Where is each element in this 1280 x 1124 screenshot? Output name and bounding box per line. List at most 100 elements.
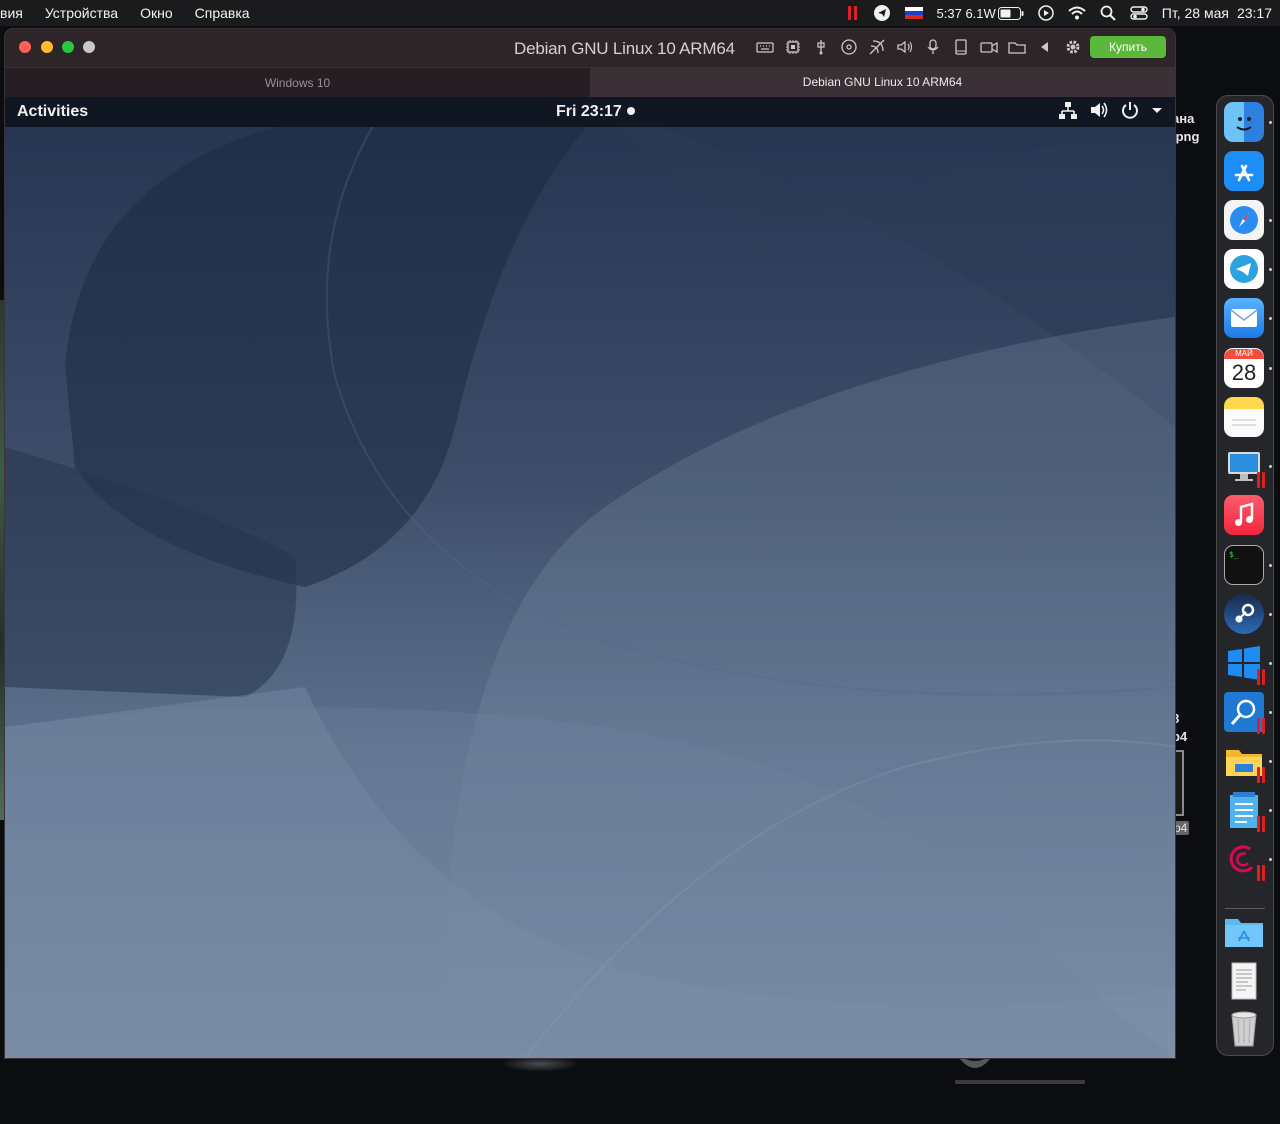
gnome-clock[interactable]: Fri 23:17	[556, 103, 635, 121]
mac-dock: МАЙ 28 $_	[1216, 95, 1274, 1056]
dock-steam-icon[interactable]	[1224, 594, 1264, 634]
parallels-badge-icon	[1257, 669, 1266, 685]
dock-running-indicator	[1269, 465, 1272, 468]
network-wired-icon	[1059, 102, 1077, 119]
battery-status[interactable]: 5:37 6.1W	[937, 0, 1024, 26]
desktop-file-label[interactable]: ана .png	[1172, 110, 1199, 146]
gnome-clock-text: Fri 23:17	[556, 103, 622, 120]
calendar-month: МАЙ	[1224, 349, 1264, 359]
menubar-date[interactable]: Пт, 28 мая	[1162, 0, 1229, 26]
notification-dot-icon	[626, 106, 635, 115]
play-icon[interactable]	[1038, 0, 1054, 26]
dock-running-indicator	[1269, 367, 1272, 370]
close-button[interactable]	[19, 41, 31, 53]
dock-music-icon[interactable]	[1224, 495, 1264, 535]
dock-notes-icon[interactable]	[1224, 397, 1264, 437]
dock-app-store-icon[interactable]	[1224, 151, 1264, 191]
wallpaper-art-fragment-2	[500, 1056, 580, 1072]
dock-mail-icon[interactable]	[1224, 298, 1264, 338]
dock-notepad-icon[interactable]	[1224, 790, 1266, 832]
dock-parallels-vm-icon[interactable]	[1224, 446, 1265, 488]
dock-running-indicator	[1269, 219, 1272, 222]
activities-button[interactable]: Activities	[17, 103, 88, 121]
flag-ru-icon[interactable]	[904, 0, 923, 26]
dock-running-indicator	[1269, 564, 1272, 567]
dock-terminal-icon[interactable]: $_	[1224, 545, 1264, 585]
zoom-button[interactable]	[62, 41, 74, 53]
dock-trash-icon[interactable]	[1224, 1008, 1264, 1048]
dock-windows-icon[interactable]	[1224, 643, 1266, 685]
back-arrow-icon[interactable]	[1035, 37, 1055, 57]
spotlight-search-icon[interactable]	[1100, 0, 1116, 26]
cpu-icon[interactable]	[783, 37, 803, 57]
dock-search-app-icon[interactable]	[1224, 692, 1266, 734]
tablet-icon[interactable]	[951, 37, 971, 57]
gear-icon[interactable]	[1063, 37, 1083, 57]
vm-title: Debian GNU Linux 10 ARM64	[514, 39, 735, 58]
dock-debian-icon[interactable]	[1224, 839, 1266, 881]
menu-right: 5:37 6.1W Пт, 28 мая 23:17	[847, 0, 1272, 26]
debian-wallpaper	[5, 127, 1175, 1058]
dock-document-icon[interactable]	[1224, 961, 1264, 1001]
gnome-top-bar: Activities Fri 23:17	[5, 97, 1175, 127]
dock-running-indicator	[1269, 760, 1272, 763]
camera-icon[interactable]	[979, 37, 999, 57]
network-icon[interactable]	[867, 37, 887, 57]
dock-running-indicator	[1269, 268, 1272, 271]
minimize-button[interactable]	[41, 41, 53, 53]
telegram-menu-icon[interactable]	[873, 0, 891, 26]
calendar-day: 28	[1231, 360, 1257, 385]
desktop-file-label-line2: .png	[1172, 129, 1200, 144]
dock-running-indicator	[1269, 711, 1272, 714]
menu-left: вия Устройства Окно Справка	[0, 0, 261, 26]
wifi-icon[interactable]	[1068, 0, 1086, 26]
dock-running-indicator	[1269, 858, 1272, 861]
buy-button[interactable]: Купить	[1090, 36, 1166, 58]
power-icon	[1122, 102, 1138, 119]
gnome-system-tray[interactable]	[1059, 101, 1163, 119]
guest-desktop[interactable]: Activities Fri 23:17	[5, 97, 1175, 1058]
battery-icon	[997, 6, 1024, 20]
parallels-badge-icon	[1257, 816, 1266, 832]
menubar-time[interactable]: 23:17	[1237, 0, 1272, 26]
cd-icon[interactable]	[839, 37, 859, 57]
dock-file-explorer-icon[interactable]	[1224, 741, 1265, 783]
shared-folder-icon[interactable]	[1007, 37, 1027, 57]
terminal-prompt: $_	[1229, 550, 1239, 559]
menu-window[interactable]: Окно	[129, 5, 184, 21]
tab-debian[interactable]: Debian GNU Linux 10 ARM64	[590, 67, 1175, 97]
dock-running-indicator	[1269, 317, 1272, 320]
usb-icon[interactable]	[811, 37, 831, 57]
parallels-badge-icon	[1257, 865, 1266, 881]
menu-devices[interactable]: Устройства	[34, 5, 129, 21]
dock-running-indicator	[1269, 662, 1272, 665]
microphone-icon[interactable]	[923, 37, 943, 57]
menu-app-name[interactable]: вия	[0, 5, 34, 21]
dock-running-indicator	[1269, 613, 1272, 616]
vm-tabs: Windows 10 Debian GNU Linux 10 ARM64	[5, 67, 1175, 97]
dock-running-indicator	[1269, 121, 1272, 124]
desktop-file-label-line1: ана	[1172, 111, 1195, 126]
dock-calendar-icon[interactable]: МАЙ 28	[1224, 348, 1264, 388]
mac-screen: вия Устройства Окно Справка 5:37 6.1W Пт…	[0, 0, 1280, 1124]
fullscreen-button[interactable]	[83, 41, 95, 53]
parallels-pause-icon[interactable]	[847, 0, 859, 26]
dock-safari-icon[interactable]	[1224, 200, 1264, 240]
parallels-badge-icon	[1257, 718, 1266, 734]
dock-finder-icon[interactable]	[1224, 102, 1264, 142]
keyboard-icon[interactable]	[755, 37, 775, 57]
volume-icon	[1091, 102, 1108, 118]
dock-separator	[1225, 908, 1265, 909]
tab-windows-10[interactable]: Windows 10	[5, 67, 590, 97]
mac-menubar: вия Устройства Окно Справка 5:37 6.1W Пт…	[0, 0, 1280, 26]
dock-running-indicator	[1269, 809, 1272, 812]
dock-telegram-icon[interactable]	[1224, 249, 1264, 289]
dropdown-arrow-icon	[1152, 108, 1162, 113]
vm-window: Debian GNU Linux 10 ARM64 Купить Windows…	[5, 29, 1175, 1058]
sound-icon[interactable]	[895, 37, 915, 57]
control-center-icon[interactable]	[1130, 0, 1148, 26]
vm-titlebar[interactable]: Debian GNU Linux 10 ARM64 Купить	[5, 29, 1175, 67]
menu-help[interactable]: Справка	[184, 5, 261, 21]
battery-status-text: 5:37 6.1W	[936, 5, 996, 21]
dock-applications-folder-icon[interactable]	[1224, 911, 1264, 951]
